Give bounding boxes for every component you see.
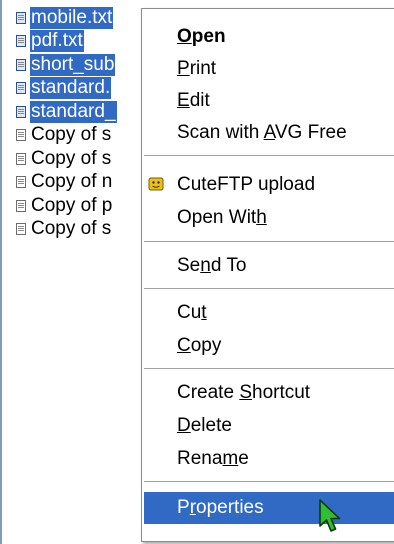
mouse-pointer-icon — [319, 499, 341, 532]
text-file-icon — [16, 82, 26, 95]
menu-item-label: Print — [177, 58, 217, 79]
menu-item-label: Open With — [177, 207, 267, 228]
text-file-icon — [16, 223, 26, 236]
menu-item-create-shortcut[interactable]: Create Shortcut — [144, 377, 394, 409]
menu-item-rename[interactable]: Rename — [144, 443, 394, 475]
text-file-icon — [16, 11, 26, 24]
file-item[interactable]: pdf.txt — [16, 30, 117, 54]
menu-item-properties[interactable]: Properties — [144, 492, 394, 524]
menu-separator — [144, 288, 394, 289]
file-name: mobile.txt — [30, 6, 114, 29]
menu-separator — [144, 368, 394, 369]
file-name: pdf.txt — [30, 30, 84, 53]
text-file-icon — [16, 58, 26, 71]
menu-item-copy[interactable]: Copy — [144, 330, 394, 362]
menu-item-label: Create Shortcut — [177, 382, 311, 403]
file-item[interactable]: Copy of n — [16, 171, 117, 195]
file-item[interactable]: short_sub — [16, 53, 117, 77]
file-item[interactable]: standard. — [16, 77, 117, 101]
file-item[interactable]: mobile.txt — [16, 6, 117, 30]
menu-item-print[interactable]: Print — [144, 53, 394, 85]
file-item[interactable]: standard_ — [16, 100, 117, 124]
file-list: mobile.txt pdf.txt short_sub standard. s… — [16, 6, 117, 241]
menu-item-delete[interactable]: Delete — [144, 410, 394, 442]
file-name: Copy of s — [31, 124, 112, 146]
file-name: Copy of s — [31, 147, 112, 169]
menu-item-label: Open — [177, 26, 226, 47]
menu-item-label: Send To — [177, 255, 247, 276]
text-file-icon — [16, 176, 26, 189]
menu-item-cuteftp-upload[interactable]: CuteFTP upload — [144, 169, 394, 201]
file-item[interactable]: Copy of p — [16, 194, 117, 218]
file-name: standard_ — [30, 100, 117, 123]
file-item[interactable]: Copy of s — [16, 147, 117, 171]
menu-item-label: Scan with AVG Free — [177, 122, 347, 143]
menu-separator — [144, 241, 394, 242]
text-file-icon — [16, 152, 26, 165]
menu-item-open[interactable]: Open — [144, 21, 394, 53]
menu-item-label: Cut — [177, 302, 207, 323]
menu-separator — [144, 155, 394, 156]
text-file-icon — [16, 199, 26, 212]
menu-item-edit[interactable]: Edit — [144, 85, 394, 117]
file-name: standard. — [30, 77, 112, 100]
menu-item-open-with[interactable]: Open With — [144, 202, 394, 234]
menu-item-label: Delete — [177, 415, 232, 436]
file-name: Copy of s — [31, 218, 112, 240]
file-name: Copy of p — [31, 194, 113, 216]
cuteftp-icon — [148, 177, 164, 191]
menu-separator — [144, 481, 394, 482]
file-item[interactable]: Copy of s — [16, 124, 117, 148]
menu-item-label: CuteFTP upload — [177, 174, 316, 195]
context-menu: Open Print Edit Scan with AVG Free CuteF… — [141, 8, 394, 542]
text-file-icon — [16, 35, 26, 48]
menu-item-label: Edit — [177, 90, 210, 111]
menu-item-send-to[interactable]: Send To — [144, 250, 394, 282]
menu-item-cut[interactable]: Cut — [144, 297, 394, 329]
menu-item-label: Properties — [177, 497, 264, 518]
menu-item-label: Copy — [177, 335, 222, 356]
text-file-icon — [16, 129, 26, 142]
file-name: Copy of n — [31, 171, 113, 193]
menu-item-scan-avg[interactable]: Scan with AVG Free — [144, 117, 394, 149]
menu-item-label: Rename — [177, 448, 249, 469]
text-file-icon — [16, 105, 26, 118]
file-item[interactable]: Copy of s — [16, 218, 117, 242]
file-name: short_sub — [30, 53, 116, 76]
